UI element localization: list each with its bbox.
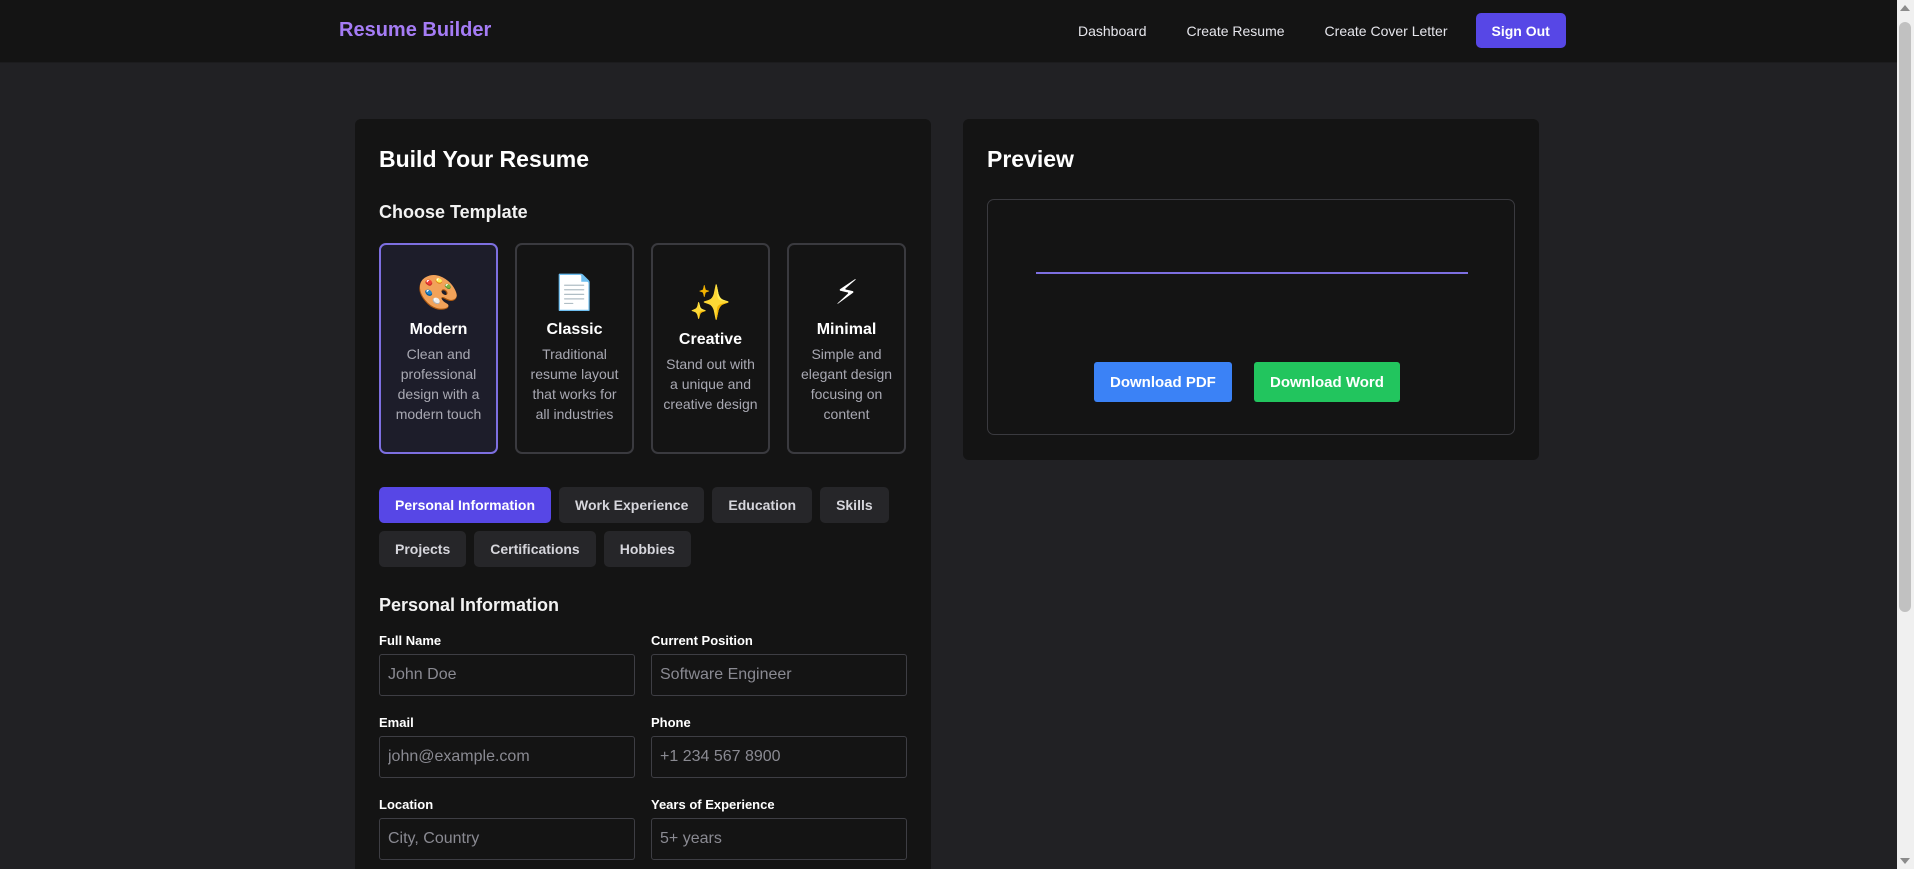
section-tabs: Personal Information Work Experience Edu…	[379, 487, 919, 567]
full-name-label: Full Name	[379, 633, 442, 648]
personal-information-heading: Personal Information	[379, 595, 560, 615]
tab-personal-information[interactable]: Personal Information	[379, 487, 552, 523]
location-group: Location	[379, 797, 635, 860]
template-description: Clean and professional design with a mod…	[395, 346, 482, 422]
template-card-modern[interactable]: 🎨 Modern Clean and professional design w…	[379, 243, 498, 454]
current-position-input[interactable]	[651, 654, 907, 696]
document-icon: 📄	[553, 274, 596, 312]
phone-group: Phone	[651, 715, 907, 778]
template-description: Simple and elegant design focusing on co…	[800, 346, 893, 422]
template-card-creative[interactable]: ✨ Creative Stand out with a unique and c…	[651, 243, 770, 454]
template-card-minimal[interactable]: ⚡ Minimal Simple and elegant design focu…	[787, 243, 906, 454]
preview-divider	[1036, 272, 1468, 274]
nav-links: Dashboard Create Resume Create Cover Let…	[1058, 13, 1566, 48]
template-card-classic[interactable]: 📄 Classic Traditional resume layout that…	[515, 243, 634, 454]
template-options: 🎨 Modern Clean and professional design w…	[379, 243, 906, 454]
email-group: Email	[379, 715, 635, 778]
tab-certifications[interactable]: Certifications	[474, 531, 596, 567]
nav-link-dashboard[interactable]: Dashboard	[1058, 14, 1167, 48]
current-position-label: Current Position	[651, 633, 753, 648]
template-name: Classic	[546, 321, 603, 338]
choose-template-heading: Choose Template	[379, 202, 528, 222]
resume-builder-panel: Build Your Resume Choose Template 🎨 Mode…	[355, 119, 931, 869]
palette-icon: 🎨	[417, 274, 460, 312]
email-input[interactable]	[379, 736, 635, 778]
tab-skills[interactable]: Skills	[820, 487, 889, 523]
download-pdf-button[interactable]: Download PDF	[1094, 362, 1232, 402]
top-navbar: Resume Builder Dashboard Create Resume C…	[0, 0, 1897, 63]
full-name-group: Full Name	[379, 633, 635, 696]
template-name: Creative	[678, 331, 743, 348]
years-experience-input[interactable]	[651, 818, 907, 860]
resume-preview-area: Download PDF Download Word	[987, 199, 1515, 435]
template-description: Stand out with a unique and creative des…	[663, 356, 758, 412]
template-name: Minimal	[816, 321, 877, 338]
scroll-down-arrow-icon[interactable]	[1900, 858, 1910, 864]
builder-title: Build Your Resume	[379, 146, 590, 172]
sparkles-icon: ✨	[689, 284, 732, 322]
template-name: Modern	[409, 321, 468, 338]
location-input[interactable]	[379, 818, 635, 860]
page-scrollbar[interactable]	[1897, 0, 1914, 869]
nav-link-create-cover-letter[interactable]: Create Cover Letter	[1305, 14, 1468, 48]
nav-link-create-resume[interactable]: Create Resume	[1167, 14, 1305, 48]
tab-projects[interactable]: Projects	[379, 531, 467, 567]
phone-input[interactable]	[651, 736, 907, 778]
brand-logo[interactable]: Resume Builder	[339, 19, 491, 42]
location-label: Location	[379, 797, 434, 812]
years-experience-label: Years of Experience	[651, 797, 775, 812]
download-word-button[interactable]: Download Word	[1254, 362, 1400, 402]
full-name-input[interactable]	[379, 654, 635, 696]
lightning-icon: ⚡	[834, 274, 859, 312]
current-position-group: Current Position	[651, 633, 907, 696]
scrollbar-thumb[interactable]	[1899, 22, 1911, 612]
years-experience-group: Years of Experience	[651, 797, 907, 860]
tab-hobbies[interactable]: Hobbies	[603, 531, 691, 567]
sign-out-button[interactable]: Sign Out	[1475, 13, 1566, 48]
scroll-up-arrow-icon[interactable]	[1900, 5, 1910, 11]
preview-panel: Preview Download PDF Download Word	[963, 119, 1539, 460]
email-label: Email	[379, 715, 414, 730]
tab-education[interactable]: Education	[712, 487, 813, 523]
preview-title: Preview	[987, 146, 1074, 172]
template-description: Traditional resume layout that works for…	[530, 346, 619, 422]
phone-label: Phone	[651, 715, 691, 730]
tab-work-experience[interactable]: Work Experience	[559, 487, 705, 523]
